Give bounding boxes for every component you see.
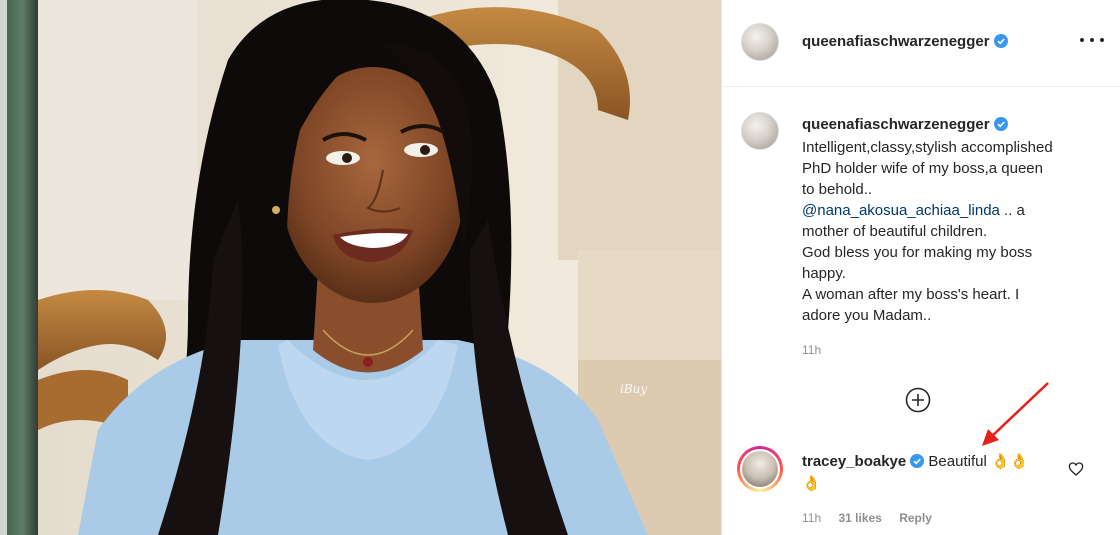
comment-reply-button[interactable]: Reply [899,511,932,525]
caption-line: mother of beautiful children. [802,223,988,240]
caption-line: Intelligent,classy,stylish accomplished [802,139,1053,156]
ellipsis-icon-dot [1080,38,1084,42]
caption-line: A woman after my boss's heart. I [802,286,1020,303]
comment-likes[interactable]: 31 likes [838,511,881,525]
author-username[interactable]: queenafiaschwarzenegger [802,33,1008,50]
portrait-illustration [38,0,721,535]
commenter-avatar-photo [742,451,778,487]
caption-author-username-text[interactable]: queenafiaschwarzenegger [802,116,990,133]
caption-line: happy. [802,265,846,282]
photo-watermark: iBuy [620,382,648,396]
plus-circle-icon[interactable] [905,387,931,413]
comment-emoji: 👌 [802,475,821,492]
ellipsis-icon-dot [1090,38,1094,42]
caption-line-mention: @nana_akosua_achiaa_linda .. a [802,200,1102,221]
verified-badge-icon [993,34,1008,48]
mention-link[interactable]: @nana_akosua_achiaa_linda [802,202,1000,219]
caption-author-username[interactable]: queenafiaschwarzenegger [802,116,1008,133]
verified-badge-icon [993,117,1008,131]
caption-line: adore you Madam.. [802,307,932,324]
ellipsis-icon-dot [1100,38,1104,42]
author-username-text[interactable]: queenafiaschwarzenegger [802,33,990,50]
commenter-avatar-inner [740,449,780,489]
comment-meta: 11h 31 likes Reply [802,511,946,525]
caption-line: to behold.. [802,181,873,198]
post-details-panel: queenafiaschwarzenegger queenafiaschwarz… [721,0,1120,535]
page-edge [0,0,7,535]
caption-line-suffix: .. a [999,202,1025,219]
post-photo[interactable]: iBuy [38,0,721,535]
caption-line: God bless you for making my boss [802,244,1033,261]
heart-outline-icon[interactable] [1068,461,1084,477]
caption-author-avatar[interactable] [741,112,779,150]
commenter-avatar[interactable] [737,446,783,492]
caption-line: PhD holder wife of my boss,a queen [802,160,1043,177]
more-options-button[interactable] [1080,35,1104,45]
background-page-strip [0,0,38,535]
caption-timestamp[interactable]: 11h [802,343,821,357]
author-avatar[interactable] [741,23,779,61]
verified-badge-icon [910,454,925,468]
post-header: queenafiaschwarzenegger [722,0,1120,87]
commenter-username[interactable]: tracey_boakye [802,453,906,470]
caption-text: Intelligent,classy,stylish accomplished … [802,137,1102,326]
comment-timestamp[interactable]: 11h [802,511,821,525]
comment-emoji: 👌👌 [990,453,1029,470]
comment-body: Beautiful [928,453,987,470]
comment-text: tracey_boakye Beautiful 👌👌 👌 [802,451,1072,495]
